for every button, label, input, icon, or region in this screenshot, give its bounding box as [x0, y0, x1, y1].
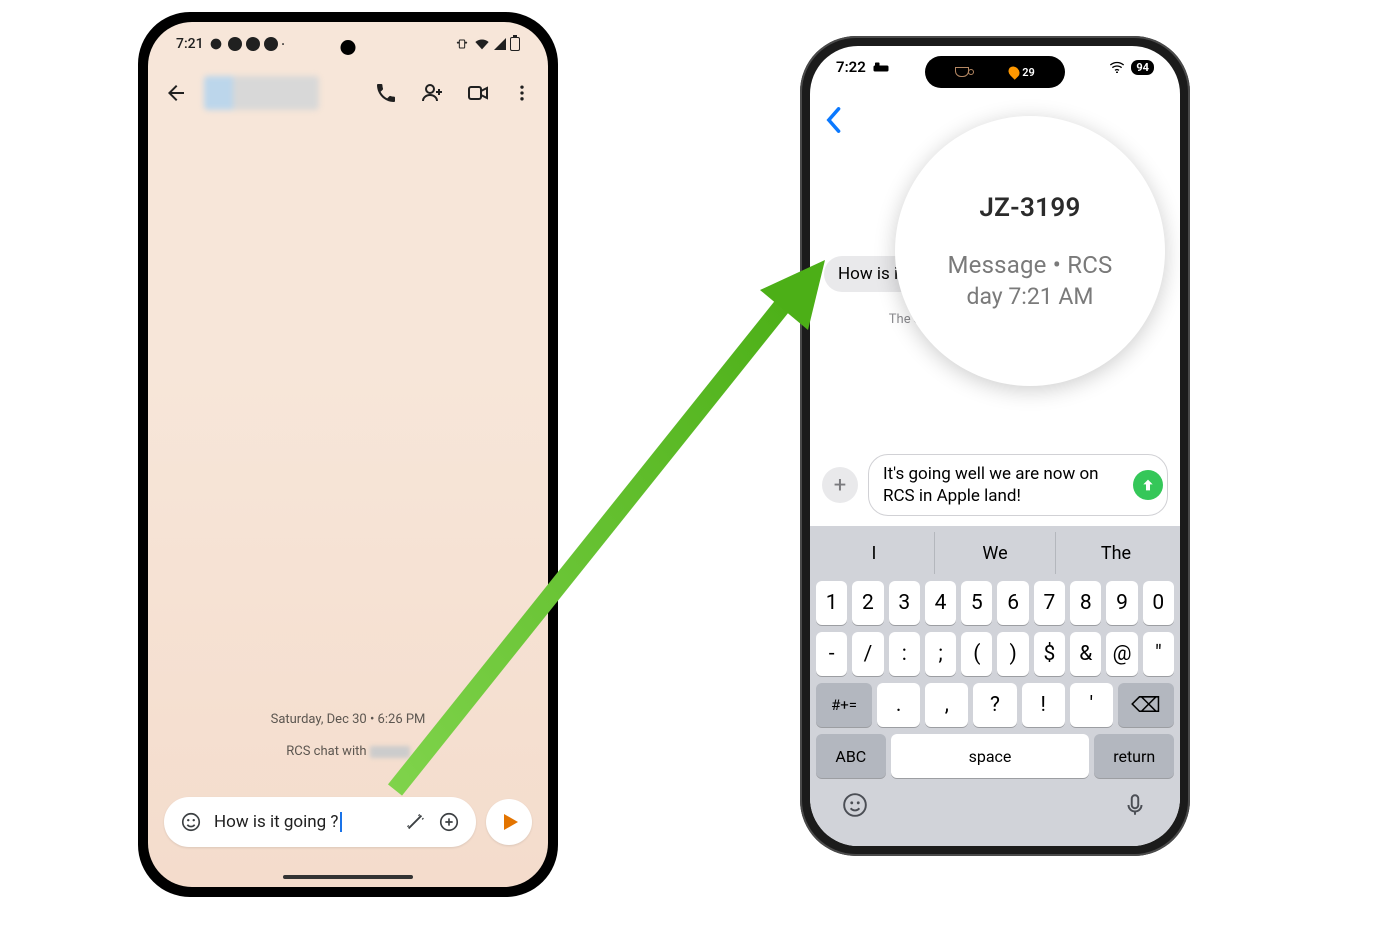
vibrate-icon: [454, 36, 470, 52]
wifi-icon: [474, 36, 490, 52]
arrow-up-icon: [1140, 477, 1156, 493]
iphone-frame: 7:22 94 29 How is it JZ-3199 Message • R…: [800, 36, 1190, 856]
key[interactable]: ': [1070, 683, 1113, 727]
compose-input-pill[interactable]: How is it going ?: [164, 797, 476, 847]
key[interactable]: ?: [973, 683, 1016, 727]
suggestion-key[interactable]: We: [935, 532, 1056, 574]
back-chevron-icon[interactable]: [824, 106, 842, 134]
rcs-chat-notice: RCS chat with: [148, 744, 548, 759]
space-key[interactable]: space: [891, 734, 1090, 778]
status-time: 7:21: [176, 36, 204, 52]
key[interactable]: &: [1070, 632, 1101, 676]
compose-text: It's going well we are now on RCS in App…: [883, 464, 1099, 506]
key[interactable]: (: [961, 632, 992, 676]
emoji-icon[interactable]: [180, 811, 202, 833]
magic-wand-icon[interactable]: [404, 811, 426, 833]
key[interactable]: :: [889, 632, 920, 676]
key[interactable]: ): [997, 632, 1028, 676]
key[interactable]: 5: [961, 581, 992, 625]
facebook-icon: [246, 37, 260, 51]
compose-bar: How is it going ?: [164, 797, 532, 847]
keyboard-row-4: ABC space return: [814, 734, 1176, 778]
keyboard-row-3: #+= . , ? ! ' ⌫: [814, 683, 1176, 727]
suggestion-key[interactable]: I: [814, 532, 935, 574]
battery-badge: 94: [1131, 60, 1154, 75]
add-person-icon[interactable]: [420, 81, 444, 105]
add-icon[interactable]: [438, 811, 460, 833]
key[interactable]: 1: [816, 581, 847, 625]
weather-widget: 29: [1009, 66, 1035, 79]
suggestion-key[interactable]: The: [1056, 532, 1176, 574]
magnified-timestamp: day 7:21 AM: [966, 283, 1093, 310]
key[interactable]: 6: [997, 581, 1028, 625]
rcs-notice-text: RCS chat with: [286, 744, 370, 759]
facebook-icon: [228, 37, 242, 51]
battery-icon: [510, 37, 520, 51]
key[interactable]: ,: [925, 683, 968, 727]
key[interactable]: !: [1022, 683, 1065, 727]
contact-name-blurred[interactable]: [204, 76, 319, 110]
key[interactable]: 9: [1106, 581, 1137, 625]
shift-key[interactable]: #+=: [816, 683, 872, 727]
message-timestamp: Saturday, Dec 30 • 6:26 PM: [148, 712, 548, 727]
send-icon: [504, 814, 518, 830]
magnified-message-type: Message • RCS: [948, 251, 1113, 279]
wifi-icon: [1109, 61, 1125, 73]
android-screen: 7:21 • Saturda: [148, 22, 548, 887]
delete-key[interactable]: ⌫: [1118, 683, 1174, 727]
abc-key[interactable]: ABC: [816, 734, 886, 778]
android-phone-frame: 7:21 • Saturda: [138, 12, 558, 897]
keyboard-bottom-row: [814, 778, 1176, 826]
magnifier-overlay: JZ-3199 Message • RCS day 7:21 AM: [895, 116, 1165, 386]
key[interactable]: 4: [925, 581, 956, 625]
back-arrow-icon[interactable]: [164, 81, 188, 105]
magnified-phone-number: JZ-3199: [979, 193, 1080, 223]
iphone-screen: 7:22 94 29 How is it JZ-3199 Message • R…: [810, 46, 1180, 846]
facebook-icon: [264, 37, 278, 51]
key[interactable]: $: [1034, 632, 1065, 676]
emoji-icon[interactable]: [842, 792, 868, 818]
coffee-icon: [955, 67, 969, 77]
keyboard-row-2: - / : ; ( ) $ & @ ": [814, 632, 1176, 676]
keyboard-row-1: 1 2 3 4 5 6 7 8 9 0: [814, 581, 1176, 625]
ios-compose-bar: + It's going well we are now on RCS in A…: [822, 454, 1168, 516]
key[interactable]: .: [877, 683, 920, 727]
key[interactable]: 2: [852, 581, 883, 625]
send-button[interactable]: [1133, 470, 1163, 500]
call-icon[interactable]: [374, 81, 398, 105]
key[interactable]: ": [1143, 632, 1174, 676]
status-time: 7:22: [836, 58, 866, 76]
message-input[interactable]: It's going well we are now on RCS in App…: [868, 454, 1168, 516]
video-call-icon[interactable]: [466, 81, 490, 105]
ios-keyboard: I We The 1 2 3 4 5 6 7 8 9 0 - / : ;: [810, 526, 1180, 846]
key[interactable]: @: [1106, 632, 1137, 676]
add-attachment-button[interactable]: +: [822, 467, 858, 503]
key[interactable]: 7: [1034, 581, 1065, 625]
nav-pill[interactable]: [283, 875, 413, 879]
conversation-header: [148, 68, 548, 118]
key[interactable]: /: [852, 632, 883, 676]
android-status-bar: 7:21 •: [148, 36, 548, 52]
return-key[interactable]: return: [1094, 734, 1174, 778]
compose-text-input[interactable]: How is it going ?: [214, 812, 392, 833]
mic-icon[interactable]: [1122, 792, 1148, 818]
sleep-icon: [872, 61, 890, 73]
dynamic-island[interactable]: 29: [925, 56, 1065, 88]
key[interactable]: 0: [1143, 581, 1174, 625]
signal-icon: [494, 38, 506, 50]
contact-name-blurred: [370, 746, 410, 758]
more-icon[interactable]: [512, 81, 532, 105]
send-button[interactable]: [486, 799, 532, 845]
keyboard-suggestions: I We The: [814, 532, 1176, 574]
status-dot: •: [282, 40, 285, 49]
key[interactable]: -: [816, 632, 847, 676]
key[interactable]: 3: [889, 581, 920, 625]
chat-icon: [208, 36, 224, 52]
key[interactable]: 8: [1070, 581, 1101, 625]
key[interactable]: ;: [925, 632, 956, 676]
